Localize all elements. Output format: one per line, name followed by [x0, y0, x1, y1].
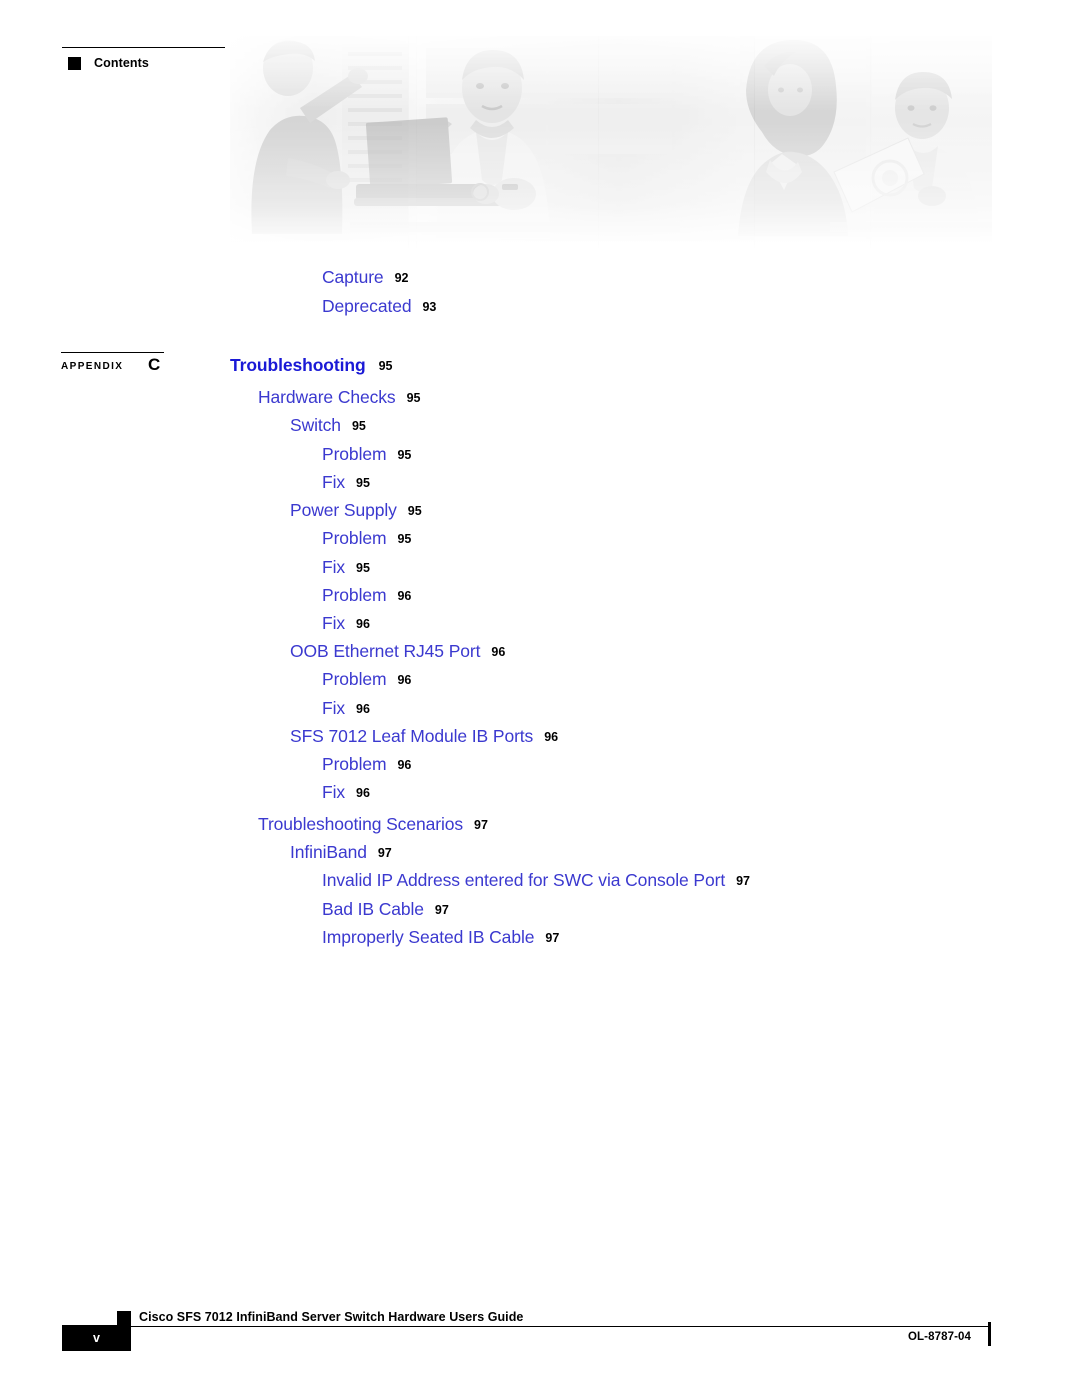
toc-entry-page-number: 96: [544, 730, 559, 744]
toc-entry-label[interactable]: Fix: [322, 782, 345, 802]
toc-entry[interactable]: Problem 95: [322, 528, 412, 548]
toc-entry[interactable]: Problem 95: [322, 444, 412, 464]
toc-entry-label[interactable]: Troubleshooting Scenarios: [258, 814, 463, 834]
toc-entry-page-number: 95: [397, 532, 412, 546]
toc-entry-label[interactable]: Power Supply: [290, 500, 397, 520]
toc-entry[interactable]: InfiniBand 97: [290, 842, 392, 862]
toc-entry[interactable]: OOB Ethernet RJ45 Port 96: [290, 641, 506, 661]
toc-entry-page-number: 95: [356, 476, 370, 490]
toc-entry-page-number: 97: [377, 846, 392, 860]
toc-entry-label[interactable]: Fix: [322, 698, 345, 718]
running-head-rule: [62, 47, 225, 48]
toc-entry-page-number: 96: [397, 758, 412, 772]
header-banner-image: [230, 36, 992, 249]
toc-entry[interactable]: Switch 95: [290, 415, 366, 435]
toc-entry-page-number: 95: [351, 419, 366, 433]
toc-entry-page-number: 95: [406, 391, 421, 405]
toc-entry-page-number: 95: [397, 448, 412, 462]
footer-document-id: OL-8787-04: [908, 1331, 972, 1343]
footer-document-title: Cisco SFS 7012 InfiniBand Server Switch …: [139, 1310, 524, 1324]
toc-entry-label[interactable]: Fix: [322, 472, 345, 492]
toc-entry-page-number: 95: [356, 561, 370, 575]
toc-entry[interactable]: Troubleshooting Scenarios 97: [258, 814, 488, 834]
toc-entry-label[interactable]: Fix: [322, 613, 345, 633]
toc-entry-label[interactable]: Problem: [322, 754, 387, 774]
toc-entry-label[interactable]: Improperly Seated IB Cable: [322, 927, 534, 947]
toc-entry[interactable]: Fix 96: [322, 613, 370, 633]
toc-entry[interactable]: Problem 96: [322, 669, 412, 689]
footer-page-number: v: [93, 1331, 100, 1345]
toc-entry-page-number: 97: [434, 903, 449, 917]
toc-entry-page-number: 96: [491, 645, 506, 659]
toc-entry-label[interactable]: Problem: [322, 528, 387, 548]
toc-entry-label[interactable]: Deprecated: [322, 296, 412, 316]
toc-entry-label[interactable]: Invalid IP Address entered for SWC via C…: [322, 870, 725, 890]
appendix-letter: C: [148, 355, 161, 374]
footer-square-icon: [117, 1311, 131, 1325]
toc-entry-label[interactable]: Bad IB Cable: [322, 899, 424, 919]
toc-entry[interactable]: Fix 95: [322, 472, 370, 492]
toc-entry-label[interactable]: OOB Ethernet RJ45 Port: [290, 641, 480, 661]
toc-entry-page-number: 93: [422, 300, 437, 314]
toc-entry[interactable]: Fix 96: [322, 782, 370, 802]
toc-entry-page-number: 95: [378, 359, 393, 373]
toc-entry-page-number: 96: [356, 702, 370, 716]
toc-entry[interactable]: Improperly Seated IB Cable 97: [322, 927, 560, 947]
toc-entry[interactable]: Deprecated 93: [322, 296, 437, 316]
toc-heading-entry[interactable]: Troubleshooting 95: [230, 355, 393, 375]
trim-mark-bottom-right: [988, 1322, 991, 1346]
toc-entry[interactable]: SFS 7012 Leaf Module IB Ports 96: [290, 726, 559, 746]
toc-entry[interactable]: Bad IB Cable 97: [322, 899, 449, 919]
toc-entry[interactable]: Problem 96: [322, 754, 412, 774]
toc-entry-label[interactable]: Troubleshooting: [230, 355, 366, 375]
toc-entry-label[interactable]: Switch: [290, 415, 341, 435]
toc-entry-page-number: 97: [545, 931, 560, 945]
toc-entry-label[interactable]: InfiniBand: [290, 842, 367, 862]
document-page: Contents APPENDIX C Capture 92 Deprecate…: [0, 0, 1080, 1397]
appendix-label: APPENDIX: [61, 361, 124, 372]
toc-entry-label[interactable]: SFS 7012 Leaf Module IB Ports: [290, 726, 533, 746]
toc-entry-label[interactable]: Problem: [322, 585, 387, 605]
toc-entry-page-number: 92: [394, 271, 409, 285]
toc-entry[interactable]: Invalid IP Address entered for SWC via C…: [322, 870, 751, 890]
toc-entry-label[interactable]: Capture: [322, 267, 384, 287]
toc-entry[interactable]: Fix 95: [322, 557, 370, 577]
toc-entry-page-number: 96: [356, 786, 370, 800]
toc-entry-label[interactable]: Fix: [322, 557, 345, 577]
appendix-rule: [61, 352, 164, 354]
toc-entry-label[interactable]: Problem: [322, 444, 387, 464]
toc-entry-page-number: 96: [356, 617, 370, 631]
black-square-bullet-icon: [68, 57, 81, 70]
toc-entry-page-number: 97: [474, 818, 488, 832]
toc-entry-page-number: 95: [407, 504, 422, 518]
toc-entry[interactable]: Problem 96: [322, 585, 412, 605]
toc-entry-page-number: 96: [397, 589, 412, 603]
toc-entry[interactable]: Fix 96: [322, 698, 370, 718]
toc-entry[interactable]: Hardware Checks 95: [258, 387, 421, 407]
toc-entry-label[interactable]: Hardware Checks: [258, 387, 396, 407]
toc-entry-page-number: 97: [736, 874, 751, 888]
running-head-label: Contents: [94, 56, 149, 70]
toc-entry[interactable]: Power Supply 95: [290, 500, 422, 520]
toc-entry-label[interactable]: Problem: [322, 669, 387, 689]
toc-entry-page-number: 96: [397, 673, 412, 687]
toc-entry[interactable]: Capture 92: [322, 267, 409, 287]
footer-rule: [131, 1326, 991, 1327]
